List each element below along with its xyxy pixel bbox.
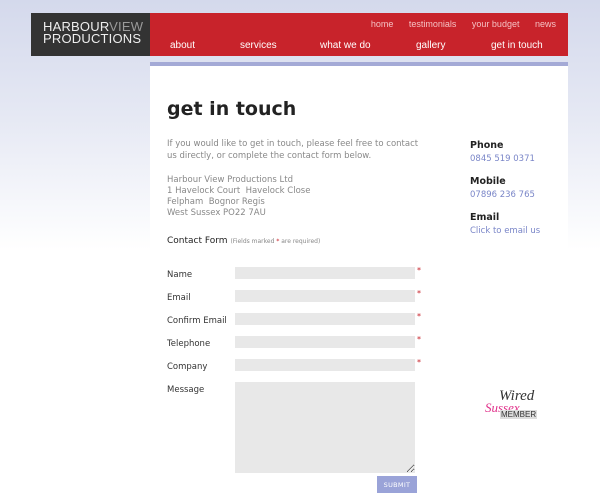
phone-number: 0845 519 0371 — [470, 154, 535, 164]
nav-bar: home testimonials your budget news about… — [150, 13, 568, 56]
site-header: HARBOURVIEW PRODUCTIONS home testimonial… — [31, 13, 568, 56]
form-title: Contact Form (Fields marked * are requir… — [167, 236, 320, 246]
message-textarea[interactable] — [235, 382, 415, 473]
main-nav-services[interactable]: services — [240, 40, 277, 51]
confirm-email-input[interactable] — [235, 313, 415, 325]
top-nav-testimonials[interactable]: testimonials — [409, 19, 457, 29]
contact-sidebar: Phone 0845 519 0371 Mobile 07896 236 765… — [470, 140, 565, 248]
intro-text: If you would like to get in touch, pleas… — [167, 139, 419, 161]
email-label: Email — [470, 212, 500, 223]
required-star: * — [417, 335, 421, 344]
name-input[interactable] — [235, 267, 415, 279]
form-title-text: Contact Form — [167, 236, 228, 246]
logo-text-productions: PRODUCTIONS — [43, 31, 142, 46]
page-title: get in touch — [167, 98, 297, 120]
company-input[interactable] — [235, 359, 415, 371]
required-star: * — [417, 266, 421, 275]
name-label: Name — [167, 270, 193, 280]
required-note-text: are required) — [279, 238, 321, 245]
badge-text-member: MEMBER — [500, 410, 538, 419]
wired-sussex-member-badge: Wired Sussex MEMBER — [482, 388, 538, 422]
top-nav-home[interactable]: home — [371, 19, 394, 29]
main-nav-get-in-touch[interactable]: get in touch — [491, 40, 543, 51]
main-nav-what-we-do[interactable]: what we do — [320, 40, 371, 51]
site-logo[interactable]: HARBOURVIEW PRODUCTIONS — [31, 13, 150, 56]
content-panel: get in touch If you would like to get in… — [150, 62, 568, 495]
submit-button[interactable]: SUBMIT — [377, 476, 417, 493]
mobile-label: Mobile — [470, 176, 506, 187]
telephone-label: Telephone — [167, 339, 211, 349]
company-label: Company — [167, 362, 208, 372]
main-nav-about[interactable]: about — [170, 40, 195, 51]
mobile-number: 07896 236 765 — [470, 190, 535, 200]
address-line: Felpham Bognor Regis — [167, 197, 265, 207]
address-line: West Sussex PO22 7AU — [167, 208, 266, 218]
main-nav-gallery[interactable]: gallery — [416, 40, 445, 51]
required-star: * — [417, 358, 421, 367]
telephone-input[interactable] — [235, 336, 415, 348]
confirm-email-label: Confirm Email — [167, 316, 227, 326]
required-star: * — [417, 312, 421, 321]
top-nav-your-budget[interactable]: your budget — [472, 19, 520, 29]
required-note-text: (Fields marked — [230, 238, 277, 245]
address-line: Harbour View Productions Ltd — [167, 175, 293, 185]
top-nav-news[interactable]: news — [535, 19, 556, 29]
required-note: (Fields marked * are required) — [230, 238, 320, 245]
phone-label: Phone — [470, 140, 504, 151]
postal-address: Harbour View Productions Ltd 1 Havelock … — [167, 175, 310, 219]
required-star: * — [417, 289, 421, 298]
email-link[interactable]: Click to email us — [470, 226, 565, 236]
address-line: 1 Havelock Court Havelock Close — [167, 186, 311, 196]
email-field-label: Email — [167, 293, 191, 303]
email-input[interactable] — [235, 290, 415, 302]
top-nav: home testimonials your budget news — [358, 19, 556, 29]
message-label: Message — [167, 385, 205, 395]
